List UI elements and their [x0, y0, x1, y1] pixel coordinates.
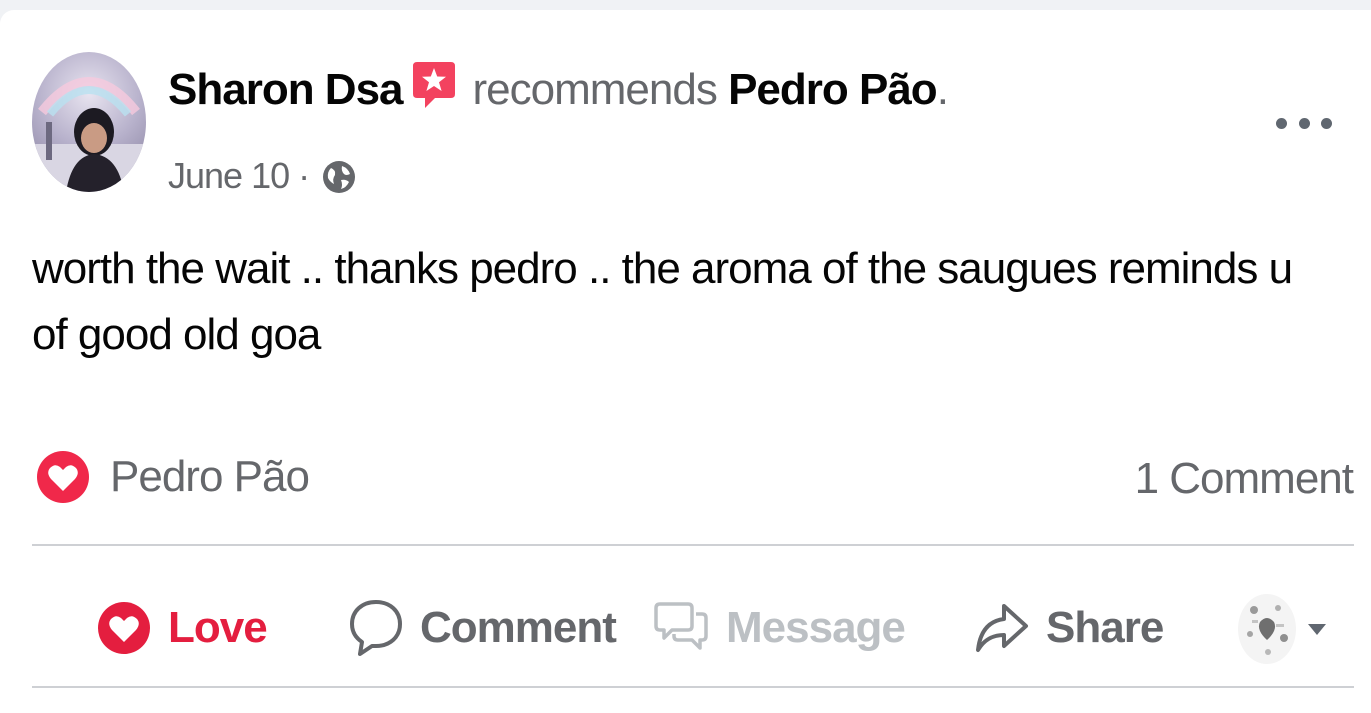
message-label: Message — [726, 603, 906, 652]
globe-icon[interactable] — [322, 160, 356, 194]
divider-bottom — [32, 686, 1354, 688]
post-body-text: worth the wait .. thanks pedro .. the ar… — [32, 244, 1293, 359]
profile-picker[interactable] — [1238, 594, 1326, 664]
author-name-link[interactable]: Sharon Dsa — [168, 65, 404, 114]
chat-bubbles-icon — [654, 602, 708, 650]
caret-down-icon[interactable] — [1308, 623, 1326, 635]
comment-count-link[interactable]: 1 Comment — [1135, 454, 1354, 504]
share-button[interactable]: Share — [974, 590, 1164, 666]
love-label: Love — [168, 603, 268, 652]
comment-label: Comment — [420, 603, 617, 652]
reaction-summary[interactable]: Pedro Pão — [36, 450, 310, 504]
comment-button[interactable]: Comment — [348, 590, 617, 666]
author-avatar[interactable] — [32, 52, 146, 192]
post-header-line: Sharon Dsa recommends Pedro Pão. — [168, 60, 949, 120]
recommend-star-icon — [412, 62, 455, 108]
header-period: . — [936, 65, 949, 114]
love-button[interactable]: Love — [96, 590, 268, 666]
share-label: Share — [1046, 603, 1164, 652]
speech-bubble-icon — [350, 600, 402, 656]
page-profile-avatar — [1238, 594, 1296, 664]
post-meta: June 10 · — [168, 152, 356, 200]
recommended-page-link[interactable]: Pedro Pão — [728, 65, 938, 114]
message-button[interactable]: Message — [654, 590, 906, 666]
heart-icon — [98, 602, 150, 654]
reactor-name: Pedro Pão — [110, 452, 310, 501]
more-horizontal-icon[interactable] — [1276, 108, 1332, 138]
divider-top — [32, 544, 1354, 546]
share-arrow-icon — [976, 604, 1028, 652]
recommend-verb: recommends — [472, 65, 718, 114]
heart-icon — [37, 451, 89, 503]
meta-separator: · — [289, 155, 319, 196]
post-date-link[interactable]: June 10 — [168, 155, 290, 196]
action-bar: Love Comment Message Share — [32, 560, 1354, 696]
post-card: Sharon Dsa recommends Pedro Pão. June 10… — [0, 10, 1371, 713]
